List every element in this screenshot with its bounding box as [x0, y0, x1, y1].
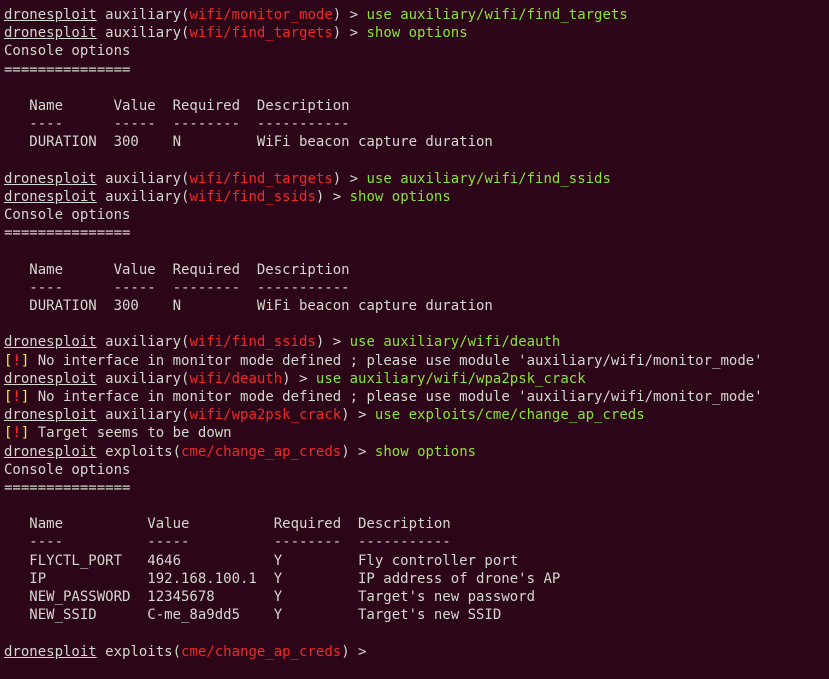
table-header: Name Value Required Description [4, 261, 825, 279]
module-name: wifi/find_ssids [189, 189, 315, 205]
table-header: Name Value Required Description [4, 97, 825, 115]
command: use auxiliary/wifi/deauth [350, 334, 561, 350]
section-separator: =============== [4, 61, 825, 79]
command: use exploits/cme/change_ap_creds [375, 407, 645, 423]
command: show options [375, 444, 476, 460]
table-row: NEW_PASSWORD 12345678 Y Target's new pas… [4, 588, 825, 606]
prompt-line: dronesploit auxiliary(wifi/deauth) > use… [4, 370, 825, 388]
program-name: dronesploit [4, 189, 97, 205]
warning-text: Target seems to be down [29, 425, 231, 441]
table-row: FLYCTL_PORT 4646 Y Fly controller port [4, 552, 825, 570]
prompt-line: dronesploit auxiliary(wifi/monitor_mode)… [4, 6, 825, 24]
warning-line: [!] No interface in monitor mode defined… [4, 352, 825, 370]
program-name: dronesploit [4, 25, 97, 41]
command: use auxiliary/wifi/wpa2psk_crack [316, 371, 586, 387]
program-name: dronesploit [4, 7, 97, 23]
module-name: wifi/monitor_mode [189, 7, 332, 23]
module-name: wifi/wpa2psk_crack [189, 407, 341, 423]
program-name: dronesploit [4, 334, 97, 350]
prompt-line: dronesploit auxiliary(wifi/find_targets)… [4, 24, 825, 42]
command: show options [350, 189, 451, 205]
warning-icon: ! [12, 389, 20, 405]
table-header: Name Value Required Description [4, 515, 825, 533]
warning-text: No interface in monitor mode defined ; p… [29, 353, 762, 369]
table-divider: ---- ----- -------- ----------- [4, 279, 825, 297]
table-divider: ---- ----- -------- ----------- [4, 115, 825, 133]
table-row: NEW_SSID C-me_8a9dd5 Y Target's new SSID [4, 606, 825, 624]
module-name: cme/change_ap_creds [181, 444, 341, 460]
warning-line: [!] No interface in monitor mode defined… [4, 388, 825, 406]
prompt-line: dronesploit auxiliary(wifi/find_targets)… [4, 170, 825, 188]
program-name: dronesploit [4, 407, 97, 423]
table-row: DURATION 300 N WiFi beacon capture durat… [4, 133, 825, 151]
warning-icon: ! [12, 353, 20, 369]
warning-icon: ! [12, 425, 20, 441]
section-title: Console options [4, 42, 825, 60]
prompt-line[interactable]: dronesploit exploits(cme/change_ap_creds… [4, 643, 825, 661]
command: show options [366, 25, 467, 41]
prompt-line: dronesploit exploits(cme/change_ap_creds… [4, 443, 825, 461]
table-divider: ---- ----- -------- ----------- [4, 533, 825, 551]
section-separator: =============== [4, 224, 825, 242]
prompt-line: dronesploit auxiliary(wifi/find_ssids) >… [4, 188, 825, 206]
section-title: Console options [4, 461, 825, 479]
module-name: wifi/find_ssids [189, 334, 315, 350]
table-row: DURATION 300 N WiFi beacon capture durat… [4, 297, 825, 315]
program-name: dronesploit [4, 444, 97, 460]
warning-line: [!] Target seems to be down [4, 424, 825, 442]
command: use auxiliary/wifi/find_targets [366, 7, 627, 23]
section-title: Console options [4, 206, 825, 224]
prompt-line: dronesploit auxiliary(wifi/find_ssids) >… [4, 333, 825, 351]
module-name: wifi/deauth [189, 371, 282, 387]
program-name: dronesploit [4, 644, 97, 660]
table-row: IP 192.168.100.1 Y IP address of drone's… [4, 570, 825, 588]
module-name: wifi/find_targets [189, 171, 332, 187]
command: use auxiliary/wifi/find_ssids [366, 171, 610, 187]
module-name: cme/change_ap_creds [181, 644, 341, 660]
program-name: dronesploit [4, 171, 97, 187]
warning-text: No interface in monitor mode defined ; p… [29, 389, 762, 405]
prompt-line: dronesploit auxiliary(wifi/wpa2psk_crack… [4, 406, 825, 424]
section-separator: =============== [4, 479, 825, 497]
module-name: wifi/find_targets [189, 25, 332, 41]
program-name: dronesploit [4, 371, 97, 387]
